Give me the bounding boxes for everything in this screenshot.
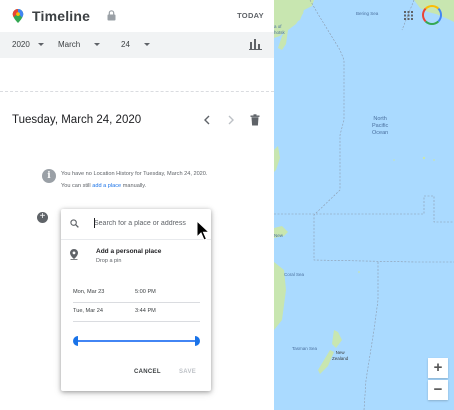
chevron-down-icon: [94, 43, 101, 47]
slider-end-handle[interactable]: [195, 336, 200, 346]
bar-chart-icon[interactable]: [249, 39, 262, 50]
trips-summary-area: [0, 58, 274, 94]
google-maps-pin-icon: [12, 9, 24, 23]
chevron-right-icon[interactable]: [225, 113, 237, 127]
end-time: 3:44 PM: [135, 308, 156, 314]
chevron-down-icon: [143, 43, 150, 47]
end-time-row[interactable]: Tue, Mar 24 3:44 PM: [73, 306, 200, 322]
add-a-place-link[interactable]: add a place: [92, 183, 121, 189]
search-icon: [70, 219, 79, 228]
divider: [0, 91, 274, 92]
add-place-line: You can still add a place manually.: [61, 180, 207, 192]
place-search-input[interactable]: [94, 217, 204, 230]
start-time: 5:00 PM: [135, 289, 156, 295]
trash-icon[interactable]: [250, 114, 260, 126]
zoom-in-button[interactable]: +: [428, 358, 448, 378]
slider-track: [76, 340, 197, 342]
personal-place-title: Add a personal place: [96, 248, 162, 255]
location-pin-icon: [70, 249, 78, 260]
map-label-tasman-sea: Tasman Sea: [292, 346, 318, 351]
month-select[interactable]: March: [58, 40, 101, 49]
mouse-pointer-icon: [196, 220, 210, 241]
map-label-north-pacific-ocean: North Pacific Ocean: [372, 116, 389, 136]
date-selector-bar: 2020 March 24: [0, 32, 274, 58]
zoom-out-button[interactable]: −: [428, 380, 448, 400]
slider-start-handle[interactable]: [73, 336, 78, 346]
month-value: March: [58, 40, 81, 49]
no-history-line: You have no Location History for Tuesday…: [61, 171, 208, 177]
chevron-left-icon[interactable]: [201, 113, 213, 127]
timeline-panel: Timeline TODAY 2020 March 24 Tuesday, Ma…: [0, 0, 274, 410]
day-title: Tuesday, March 24, 2020: [12, 114, 142, 126]
text-cursor: [94, 218, 95, 228]
day-value: 24: [121, 40, 130, 49]
day-select[interactable]: 24: [121, 40, 150, 49]
map-view[interactable]: Bering Sea a of hotsk North Pacific Ocea…: [274, 0, 454, 410]
no-history-message: You have no Location History for Tuesday…: [61, 168, 207, 192]
map-label-new-zealand: New Zealand: [332, 350, 349, 361]
today-button[interactable]: TODAY: [237, 11, 264, 20]
divider: [61, 239, 211, 240]
save-button[interactable]: SAVE: [179, 369, 196, 375]
time-range-slider[interactable]: [73, 336, 200, 346]
apps-grid-icon[interactable]: [404, 11, 413, 20]
year-select[interactable]: 2020: [12, 40, 44, 49]
start-date: Mon, Mar 23: [73, 289, 105, 295]
info-prefix: You can still: [61, 183, 91, 189]
year-value: 2020: [12, 40, 30, 49]
map-label-new: New: [274, 233, 284, 238]
add-place-dialog: Add a personal place Drop a pin Mon, Mar…: [61, 209, 211, 391]
map-label-bering-sea: Bering Sea: [356, 11, 379, 16]
add-circle-icon[interactable]: +: [37, 212, 48, 223]
map-label-sea-of-okhotsk: a of hotsk: [274, 24, 285, 35]
chevron-down-icon: [37, 43, 44, 47]
info-icon: i: [42, 169, 56, 183]
lock-icon: [107, 10, 116, 21]
timeline-header: Timeline TODAY: [0, 0, 274, 32]
personal-place-subtitle: Drop a pin: [96, 258, 122, 264]
account-avatar[interactable]: [422, 5, 442, 25]
page-title: Timeline: [32, 8, 91, 24]
cancel-button[interactable]: CANCEL: [134, 369, 161, 375]
add-personal-place-option[interactable]: Add a personal place Drop a pin: [61, 244, 211, 270]
start-time-row[interactable]: Mon, Mar 23 5:00 PM: [73, 287, 200, 303]
info-suffix: manually.: [122, 183, 147, 189]
map-label-coral-sea: Coral Sea: [284, 272, 305, 277]
end-date: Tue, Mar 24: [73, 308, 103, 314]
